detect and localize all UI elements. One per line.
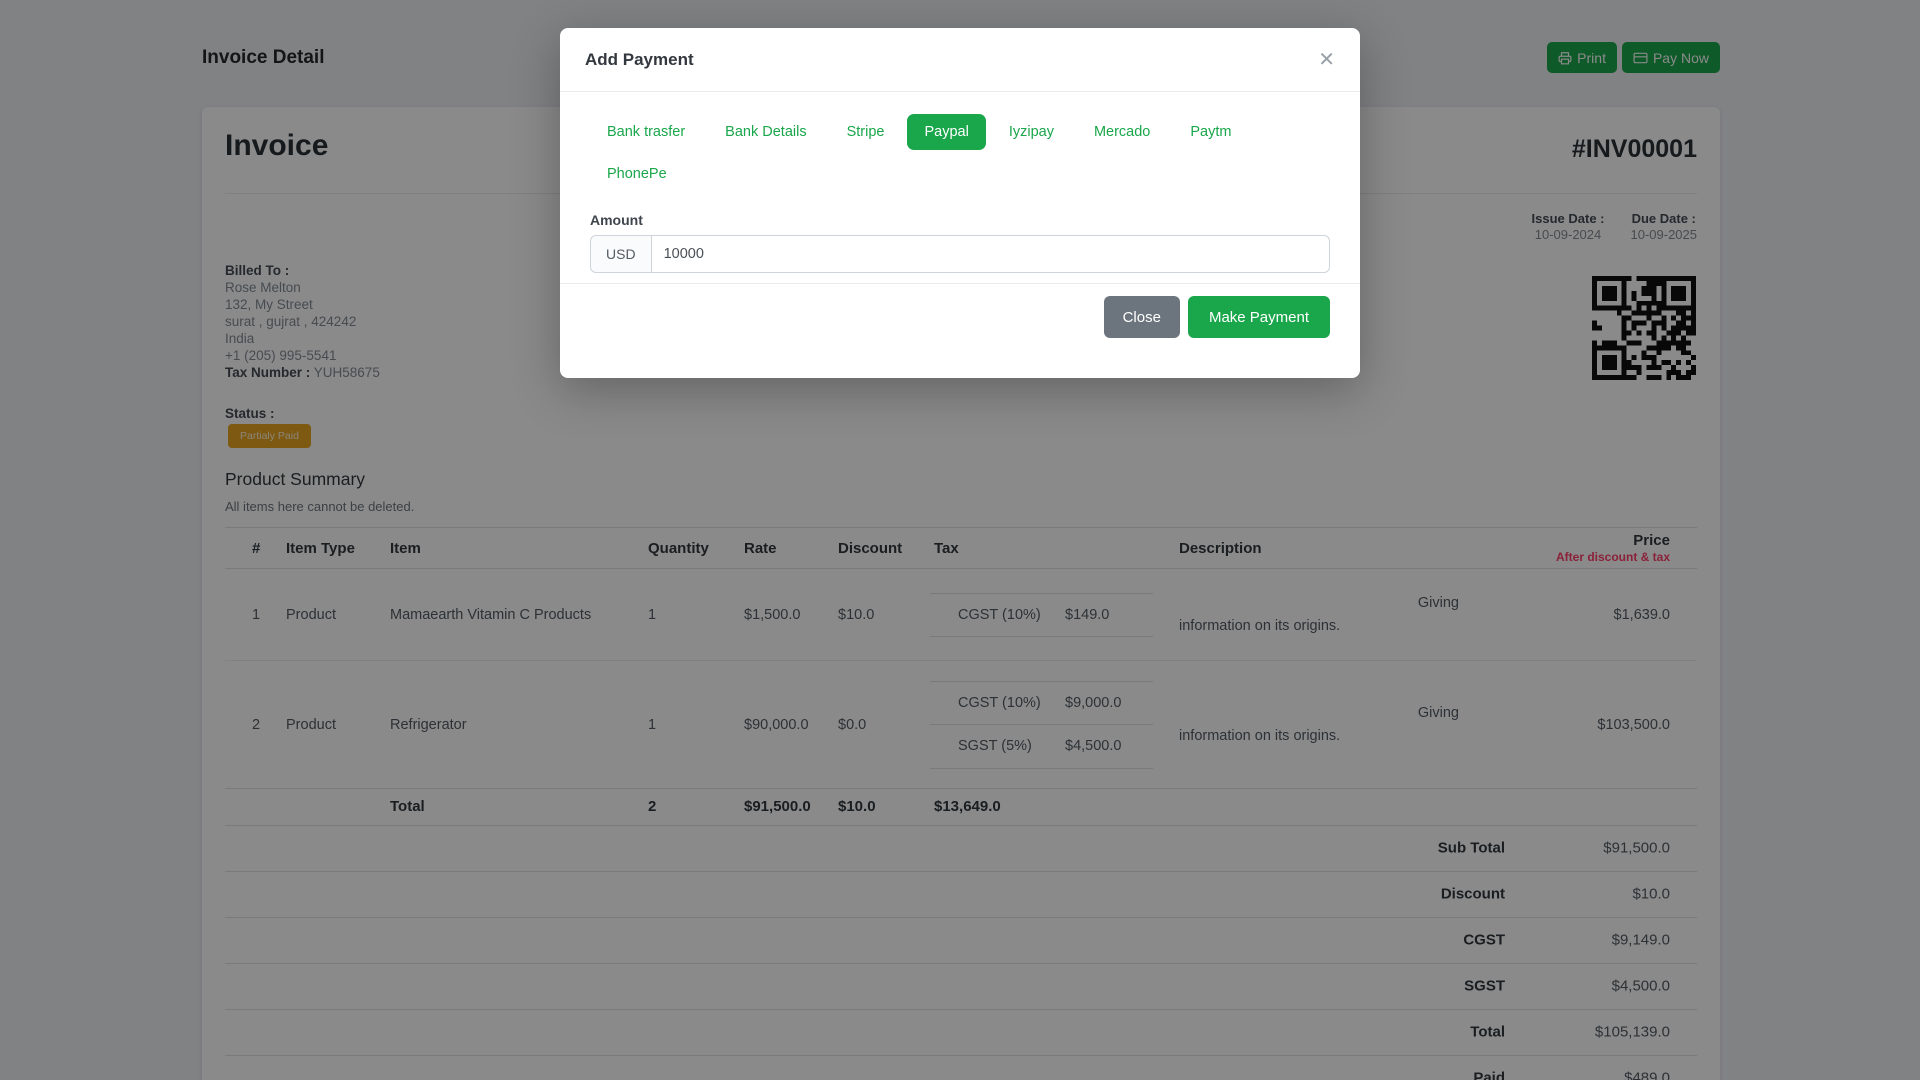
tab-iyzipay[interactable]: Iyzipay [992, 114, 1071, 150]
payment-method-tabs: Bank trasfer Bank Details Stripe Paypal … [590, 114, 1330, 192]
amount-input-group: USD [590, 235, 1330, 273]
tab-bank-details[interactable]: Bank Details [708, 114, 823, 150]
amount-input[interactable] [650, 235, 1330, 273]
tab-bank-transfer[interactable]: Bank trasfer [590, 114, 702, 150]
modal-body: Bank trasfer Bank Details Stripe Paypal … [560, 92, 1360, 273]
currency-addon: USD [590, 235, 651, 273]
modal-footer: Close Make Payment [560, 283, 1360, 378]
tab-stripe[interactable]: Stripe [830, 114, 902, 150]
add-payment-modal: Add Payment ✕ Bank trasfer Bank Details … [560, 28, 1360, 378]
modal-title: Add Payment [585, 49, 694, 69]
close-icon[interactable]: ✕ [1318, 50, 1335, 70]
amount-label: Amount [590, 212, 643, 228]
close-button[interactable]: Close [1103, 296, 1180, 338]
tab-phonepe[interactable]: PhonePe [590, 156, 684, 192]
modal-header: Add Payment ✕ [560, 28, 1360, 92]
tab-mercado[interactable]: Mercado [1077, 114, 1167, 150]
tab-paytm[interactable]: Paytm [1173, 114, 1248, 150]
make-payment-button[interactable]: Make Payment [1187, 296, 1330, 338]
tab-paypal[interactable]: Paypal [907, 114, 986, 150]
